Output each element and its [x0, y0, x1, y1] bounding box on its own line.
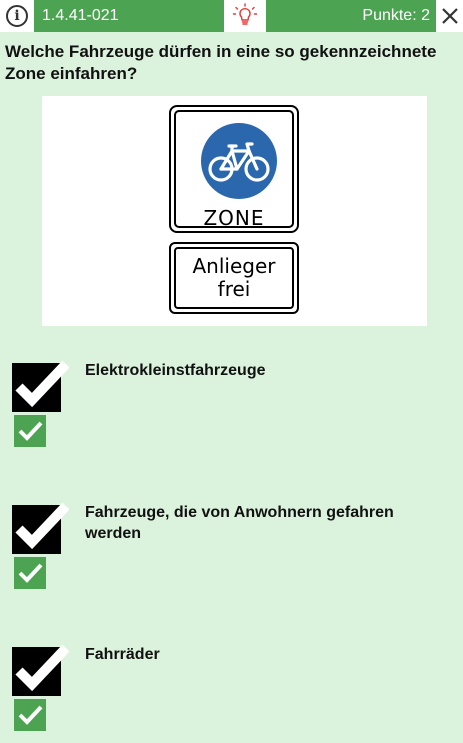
points-display: Punkte: 2 — [266, 0, 436, 32]
answer-checkbox[interactable] — [11, 360, 69, 412]
hint-button[interactable] — [224, 0, 266, 32]
answer-option: Fahrräder — [0, 644, 463, 743]
answer-text[interactable]: Fahrzeuge, die von Anwohnern gefahren we… — [85, 502, 425, 544]
supplementary-sign: Anlieger frei — [169, 242, 299, 314]
close-icon — [441, 8, 458, 24]
correct-check-icon — [14, 557, 46, 589]
answer-option: Fahrzeuge, die von Anwohnern gefahren we… — [0, 502, 463, 612]
sign-zone-label: ZONE — [203, 206, 265, 230]
correct-check-icon — [14, 415, 46, 447]
question-image: ZONE Anlieger frei — [42, 96, 427, 326]
answer-text[interactable]: Fahrräder — [85, 644, 425, 665]
close-button[interactable] — [436, 0, 463, 32]
question-text: Welche Fahrzeuge dürfen in eine so geken… — [5, 42, 437, 83]
bicycle-icon — [208, 142, 270, 182]
sign-sub-line-1: Anlieger — [192, 254, 276, 278]
zone-sign: ZONE — [169, 105, 299, 233]
answer-checkbox[interactable] — [11, 644, 69, 696]
lightbulb-icon — [232, 3, 258, 25]
answer-text[interactable]: Elektrokleinstfahrzeuge — [85, 360, 425, 381]
answer-checkbox[interactable] — [11, 502, 69, 554]
info-icon: i — [6, 5, 28, 27]
correct-check-icon — [14, 699, 46, 731]
sign-sub-line-2: frei — [217, 277, 251, 301]
top-bar: i 1.4.41-021 Punkte: 2 — [0, 0, 463, 32]
bicycle-sign-circle — [201, 123, 277, 199]
question-id: 1.4.41-021 — [34, 0, 224, 32]
info-button[interactable]: i — [0, 0, 34, 32]
answer-option: Elektrokleinstfahrzeuge — [0, 360, 463, 470]
